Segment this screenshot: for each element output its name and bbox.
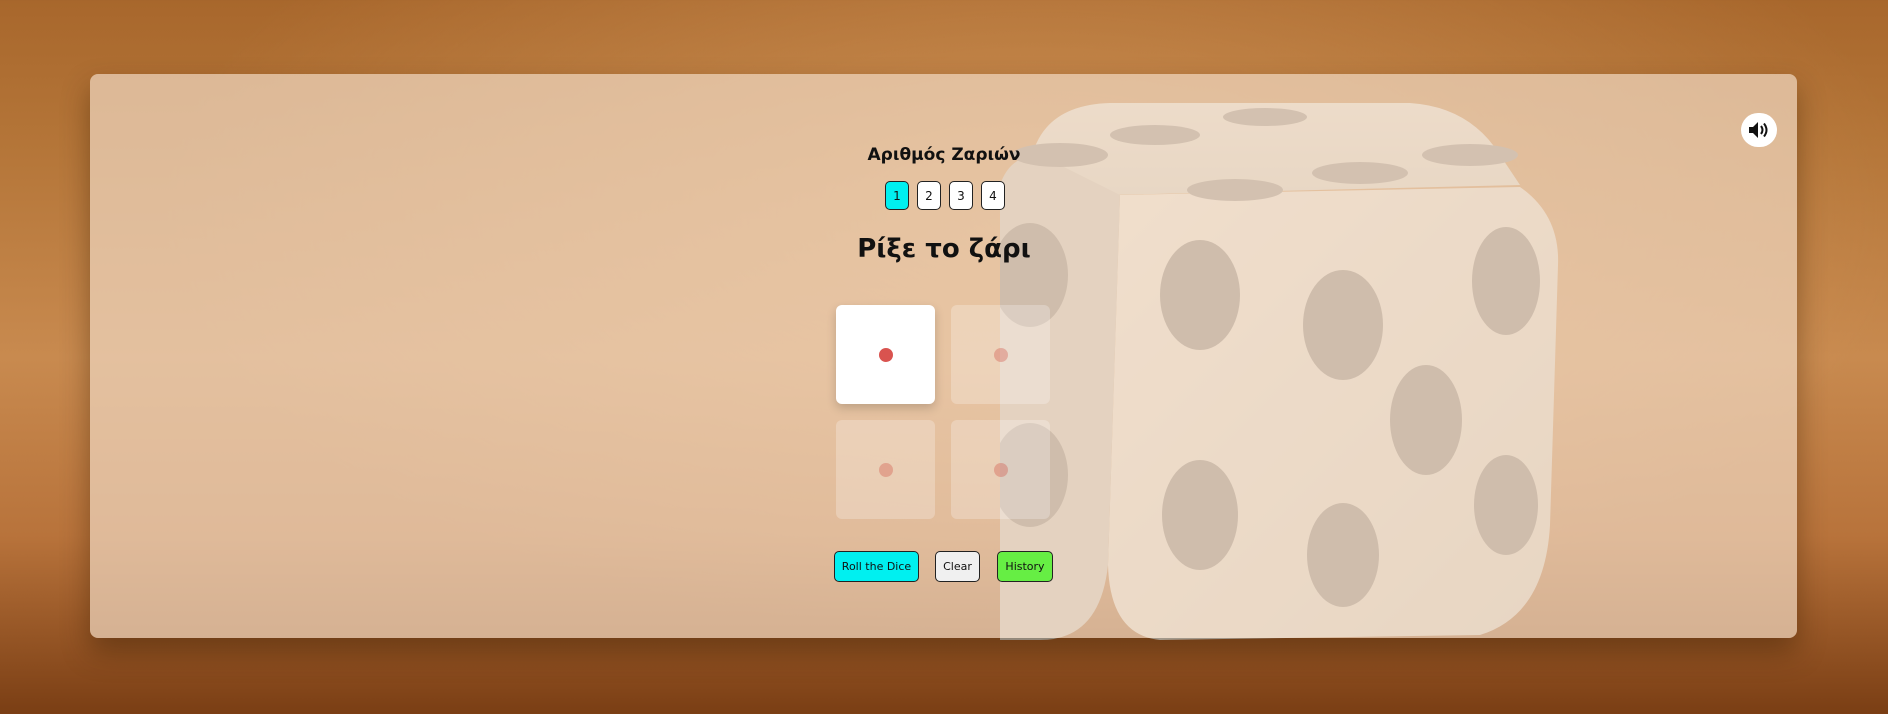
die-pip bbox=[878, 462, 893, 477]
dice-count-option-3[interactable]: 3 bbox=[949, 181, 973, 210]
page-title: Ρίξε το ζάρι bbox=[857, 234, 1031, 264]
clear-button[interactable]: Clear bbox=[935, 551, 980, 582]
dice-count-option-4[interactable]: 4 bbox=[981, 181, 1005, 210]
die-3 bbox=[836, 420, 935, 519]
dice-grid bbox=[836, 305, 1052, 519]
die-1 bbox=[836, 305, 935, 404]
dice-count-title: Αριθμός Ζαριών bbox=[867, 145, 1021, 165]
die-2 bbox=[951, 305, 1050, 404]
die-pip bbox=[878, 347, 893, 362]
roll-dice-button[interactable]: Roll the Dice bbox=[834, 551, 919, 582]
dice-count-option-2[interactable]: 2 bbox=[917, 181, 941, 210]
dice-count-selector: 1 2 3 4 bbox=[1, 181, 1888, 210]
speaker-volume-icon bbox=[1749, 122, 1768, 138]
dice-count-option-1[interactable]: 1 bbox=[885, 181, 909, 210]
sound-toggle-button[interactable] bbox=[1741, 113, 1777, 147]
die-pip bbox=[993, 347, 1008, 362]
history-button[interactable]: History bbox=[997, 551, 1053, 582]
die-pip bbox=[993, 462, 1008, 477]
die-4 bbox=[951, 420, 1050, 519]
